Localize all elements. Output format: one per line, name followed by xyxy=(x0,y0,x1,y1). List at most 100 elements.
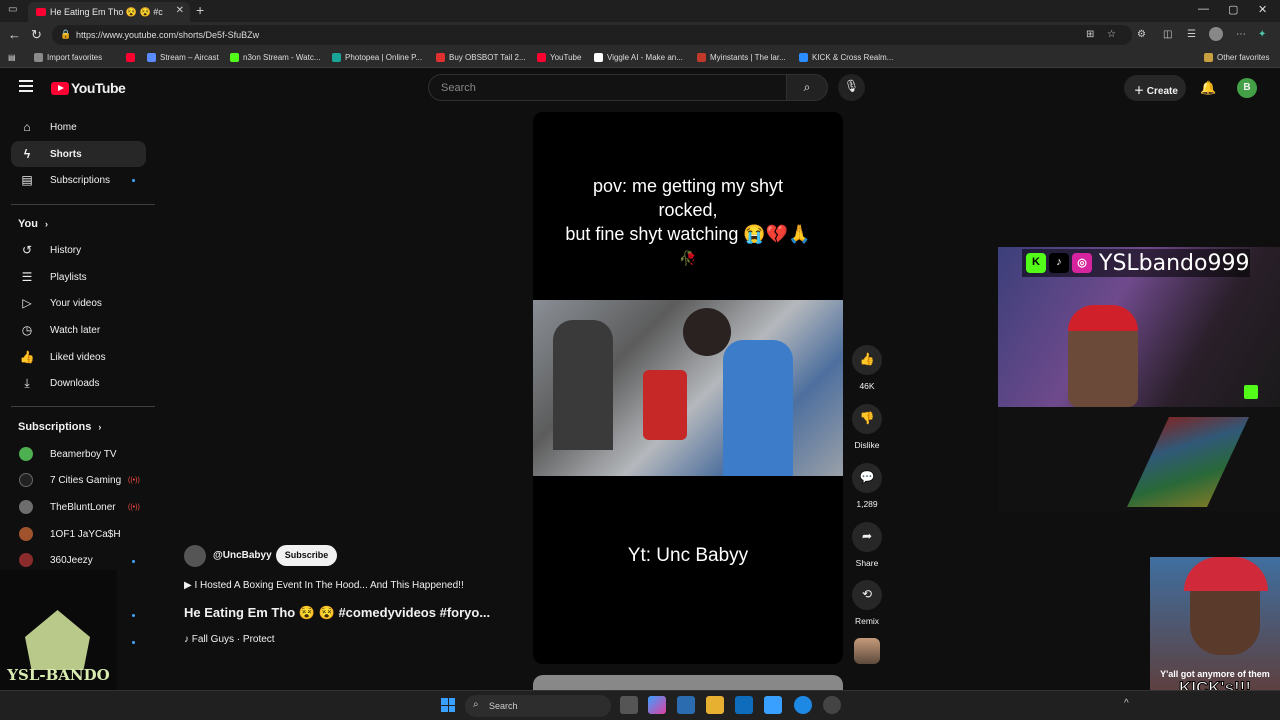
bookmark-7[interactable]: Viggle AI - Make an... xyxy=(594,53,683,62)
search-icon: ⌕ xyxy=(473,699,479,710)
sidebar-item-your-videos[interactable]: ▷ Your videos xyxy=(11,290,146,316)
like-button[interactable]: 👍 46K xyxy=(852,345,882,391)
channel-avatar[interactable] xyxy=(184,545,206,567)
search-button[interactable]: ⌕ xyxy=(786,74,828,101)
sidebar-item-subscriptions[interactable]: ▤ Subscriptions xyxy=(11,167,146,193)
collections-icon[interactable]: ☰ xyxy=(1187,29,1196,40)
reader-icon[interactable]: ⊞ xyxy=(1086,29,1094,40)
subscription-item[interactable]: Beamerboy TV xyxy=(11,441,146,467)
related-video-link[interactable]: ▶ I Hosted A Boxing Event In The Hood...… xyxy=(184,580,464,591)
search-placeholder: Search xyxy=(441,82,476,94)
outlook-icon[interactable] xyxy=(735,696,753,714)
logo-text: YouTube xyxy=(71,80,126,96)
url-field[interactable]: 🔒 https://www.youtube.com/shorts/De5f-Sf… xyxy=(52,25,1132,45)
sidebar-item-shorts[interactable]: ϟ Shorts xyxy=(11,141,146,167)
shorts-video-player[interactable]: pov: me getting my shyt rocked, but fine… xyxy=(533,112,843,664)
account-avatar[interactable]: B xyxy=(1237,78,1257,98)
remix-label: Remix xyxy=(854,616,880,626)
new-content-dot xyxy=(132,641,135,644)
bookmark-5[interactable]: Buy OBSBOT Tail 2... xyxy=(436,53,526,62)
bookmark-3[interactable]: n3on Stream - Watc... xyxy=(230,53,321,62)
music-link[interactable]: ♪ Fall Guys · Protect xyxy=(184,634,275,645)
profile-icon[interactable] xyxy=(1209,27,1223,41)
new-tab-icon[interactable]: + xyxy=(196,2,204,18)
sidebar-divider xyxy=(11,406,155,407)
you-heading-label: You xyxy=(18,218,38,230)
myinstants-icon xyxy=(697,53,706,62)
sound-thumbnail[interactable] xyxy=(854,638,880,664)
bookmark-1[interactable] xyxy=(126,53,139,62)
sidebar-item-home[interactable]: ⌂ Home xyxy=(11,114,146,140)
sidebar-item-playlists[interactable]: ☰ Playlists xyxy=(11,264,146,290)
bookmark-9[interactable]: KICK & Cross Realm... xyxy=(799,53,893,62)
sidebar-item-downloads[interactable]: ⤓ Downloads xyxy=(11,370,146,396)
split-screen-icon[interactable]: ◫ xyxy=(1163,29,1172,40)
file-explorer-icon[interactable] xyxy=(706,696,724,714)
close-window-icon[interactable]: ✕ xyxy=(1258,3,1267,16)
video-title[interactable]: He Eating Em Tho 😵 😵 #comedyvideos #fory… xyxy=(184,605,490,621)
share-button[interactable]: ➦ Share xyxy=(852,522,882,568)
notifications-bell-icon[interactable]: 🔔 xyxy=(1200,80,1216,96)
channel-avatar xyxy=(19,527,33,541)
browser-tab[interactable]: He Eating Em Tho 😵 😵 #c ✕ xyxy=(28,2,190,22)
refresh-icon[interactable]: ↻ xyxy=(31,27,42,43)
copilot-taskbar-icon[interactable] xyxy=(648,696,666,714)
more-icon[interactable]: ⋯ xyxy=(1236,29,1246,40)
related-video-title: I Hosted A Boxing Event In The Hood... A… xyxy=(194,580,464,591)
comment-count: 1,289 xyxy=(856,499,878,509)
search-icon: ⌕ xyxy=(803,80,811,94)
dislike-button[interactable]: 👎 Dislike xyxy=(852,404,882,450)
play-icon: ▶ xyxy=(184,580,195,591)
sidebar-item-watch-later[interactable]: ◷ Watch later xyxy=(11,317,146,343)
subscriptions-heading[interactable]: Subscriptions › xyxy=(18,421,101,433)
subscription-item[interactable]: TheBluntLoner xyxy=(11,494,146,520)
obs-icon[interactable] xyxy=(823,696,841,714)
store-icon[interactable] xyxy=(677,696,695,714)
close-tab-icon[interactable]: ✕ xyxy=(176,5,184,16)
subscribe-button[interactable]: Subscribe xyxy=(276,545,337,566)
bookmark-8[interactable]: Myinstants | The lar... xyxy=(697,53,786,62)
remix-button[interactable]: ⟲ Remix xyxy=(852,580,882,626)
tab-actions-icon[interactable]: ▭ xyxy=(8,4,17,15)
you-heading[interactable]: You › xyxy=(18,218,48,230)
search-input[interactable]: Search xyxy=(428,74,786,101)
shorts-icon: ϟ xyxy=(23,147,31,161)
minimize-icon[interactable]: — xyxy=(1198,3,1209,15)
youtube-logo[interactable]: YouTube xyxy=(51,80,126,96)
copilot-icon[interactable]: ✦ xyxy=(1258,29,1266,40)
maximize-icon[interactable]: ▢ xyxy=(1228,3,1238,16)
thumbs-up-icon: 👍 xyxy=(852,345,882,375)
edge-icon[interactable] xyxy=(794,696,812,714)
bookmark-label: Viggle AI - Make an... xyxy=(607,53,683,62)
bookmark-4[interactable]: Photopea | Online P... xyxy=(332,53,422,62)
create-button[interactable]: ＋ Create xyxy=(1124,75,1186,101)
create-label: Create xyxy=(1146,86,1178,97)
subscription-item[interactable]: 1OF1 JaYCa$H xyxy=(11,521,146,547)
favorite-star-icon[interactable]: ☆ xyxy=(1107,29,1116,40)
subscription-item[interactable]: 7 Cities Gaming xyxy=(11,467,146,493)
new-content-dot xyxy=(132,614,135,617)
windows-start-icon[interactable] xyxy=(441,698,455,712)
back-icon[interactable]: ← xyxy=(8,27,21,42)
sidebar-item-history[interactable]: ↺ History xyxy=(11,237,146,263)
task-view-icon[interactable] xyxy=(620,696,638,714)
app-icon[interactable] xyxy=(764,696,782,714)
channel-name[interactable]: @UncBabyy xyxy=(213,550,272,561)
menu-icon[interactable] xyxy=(19,80,33,92)
comment-icon: 💬 xyxy=(852,463,882,493)
bookmark-2[interactable]: Stream – Aircast xyxy=(147,53,219,62)
sidebar-item-liked-videos[interactable]: 👍 Liked videos xyxy=(11,344,146,370)
tab-title: He Eating Em Tho 😵 😵 #c xyxy=(50,6,163,17)
comments-button[interactable]: 💬 1,289 xyxy=(852,463,882,509)
other-favorites[interactable]: Other favorites xyxy=(1204,53,1269,62)
voice-search-button[interactable]: 🎙 xyxy=(838,74,865,101)
bookmark-0[interactable]: Import favorites xyxy=(34,53,102,62)
extensions-icon[interactable]: ⚙ xyxy=(1137,29,1146,40)
taskbar-search-label: Search xyxy=(489,701,518,711)
bookmark-6[interactable]: YouTube xyxy=(537,53,581,62)
taskbar-search[interactable]: ⌕ Search xyxy=(465,695,611,717)
browser-tab-bar: ▭ He Eating Em Tho 😵 😵 #c ✕ + — ▢ ✕ xyxy=(0,0,1280,22)
tray-expand-icon[interactable]: ^ xyxy=(1124,698,1129,709)
kick-icon xyxy=(230,53,239,62)
downloads-icon: ⤓ xyxy=(24,375,30,390)
